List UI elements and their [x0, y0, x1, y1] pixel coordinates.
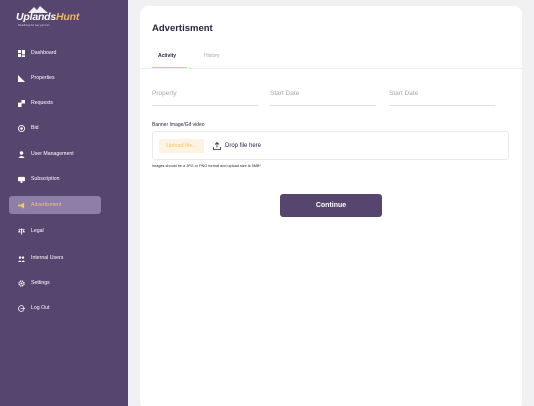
continue-button[interactable]: Continue: [280, 194, 382, 217]
sidebar-item-properties[interactable]: Properties: [9, 69, 101, 87]
sidebar-item-dashboard[interactable]: Dashboard: [9, 44, 101, 62]
sidebar-item-subscription[interactable]: Subscription: [9, 170, 101, 188]
sidebar-item-label: Advertisment: [31, 202, 62, 208]
tab-history[interactable]: History: [204, 53, 220, 59]
sidebar-item-log-out[interactable]: Log Out: [9, 299, 101, 317]
sidebar-item-internal-users[interactable]: Internal Users: [9, 249, 101, 267]
brand-tagline: Redefining the way you hunt: [18, 24, 50, 27]
sidebar: UplandsHunt Redefining the way you hunt …: [0, 0, 128, 406]
sidebar-item-requests[interactable]: Requests: [9, 94, 101, 112]
sidebar-item-label: User Management: [31, 151, 74, 157]
megaphone-icon: [17, 201, 25, 209]
tab-activity[interactable]: Activity: [158, 53, 176, 59]
tab-divider: [140, 68, 522, 69]
logout-icon: [17, 304, 25, 312]
main-panel: Advertisment Activity History Property S…: [140, 6, 522, 406]
sidebar-item-legal[interactable]: Legal: [9, 222, 101, 240]
users-icon: [17, 254, 25, 262]
upload-box[interactable]: Upload file... Drop file here: [152, 131, 509, 160]
bid-icon: [17, 124, 25, 132]
gear-icon: [17, 279, 25, 287]
sidebar-item-label: Internal Users: [31, 255, 64, 261]
sidebar-item-label: Legal: [31, 228, 44, 234]
sidebar-item-label: Properties: [31, 75, 55, 81]
start-date-field[interactable]: Start Date: [270, 88, 376, 106]
brand-name: UplandsHunt: [16, 11, 80, 23]
sidebar-item-user-management[interactable]: User Management: [9, 145, 101, 163]
banner-label: Banner Image/Gif video: [152, 122, 205, 128]
sidebar-item-bid[interactable]: Bid: [9, 119, 101, 137]
dashboard-icon: [17, 49, 25, 57]
subscription-icon: [17, 175, 25, 183]
requests-icon: [17, 99, 25, 107]
end-date-field[interactable]: Start Date: [389, 88, 495, 106]
page-title: Advertisment: [152, 23, 213, 34]
upload-file-button[interactable]: Upload file...: [159, 139, 204, 153]
sidebar-item-label: Dashboard: [31, 50, 57, 56]
sidebar-item-advertisment[interactable]: Advertisment: [9, 196, 101, 214]
sidebar-item-label: Bid: [31, 125, 39, 131]
property-field[interactable]: Property: [152, 88, 258, 106]
scale-icon: [17, 227, 25, 235]
sidebar-item-settings[interactable]: Settings: [9, 274, 101, 292]
user-icon: [17, 150, 25, 158]
properties-icon: [17, 74, 25, 82]
sidebar-item-label: Requests: [31, 100, 53, 106]
upload-hint: Images should be a JPG or PNG format and…: [152, 164, 261, 168]
drop-text: Drop file here: [225, 143, 262, 149]
sidebar-item-label: Subscription: [31, 176, 60, 182]
sidebar-item-label: Log Out: [31, 305, 50, 311]
logo: UplandsHunt Redefining the way you hunt: [16, 6, 96, 27]
sidebar-item-label: Settings: [31, 280, 50, 286]
drop-zone[interactable]: Drop file here: [213, 139, 261, 153]
upload-icon: [213, 142, 221, 150]
